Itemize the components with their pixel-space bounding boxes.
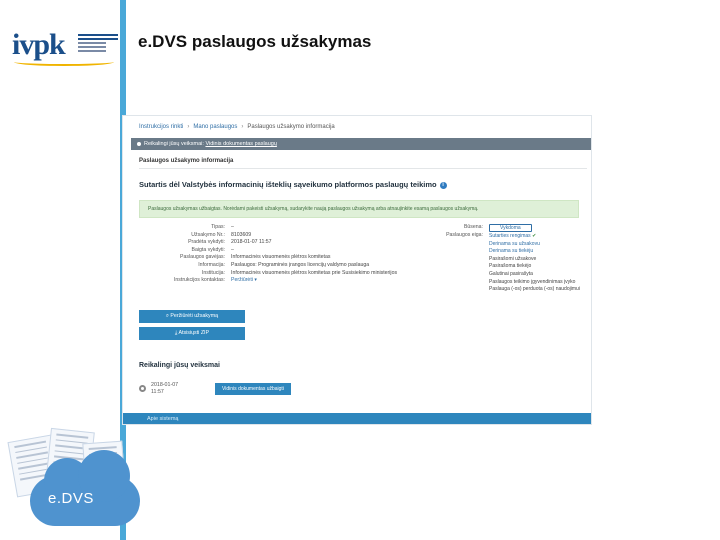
- breadcrumb-current: Paslaugos užsakymo informacija: [247, 124, 335, 130]
- contact-link[interactable]: Peržiūrėti: [231, 277, 253, 283]
- logo-text: ivpk: [12, 28, 66, 61]
- service-title: Sutartis dėl Valstybės informacinių ište…: [139, 180, 447, 189]
- view-order-label: Peržiūrėti užsakymą: [170, 313, 219, 319]
- status-step: Derinama su tiekėju: [489, 248, 534, 255]
- edvs-cloud-illustration: e.DVS: [7, 427, 140, 533]
- cloud-label: e.DVS: [48, 490, 94, 507]
- field-label: Paslaugos gavėjas:: [180, 254, 225, 261]
- logo-swoosh: [14, 58, 114, 66]
- field-label: Pradėta vykdyti:: [188, 239, 225, 246]
- field-row: Institucija: Informacinės visuomenės plėt…: [139, 270, 439, 278]
- breadcrumb-item[interactable]: Mano paslaugos: [193, 124, 237, 130]
- status-step: Paslaugos teikimo įgyvendinimas įvyko: [489, 278, 576, 285]
- section-divider: [139, 168, 587, 169]
- check-icon: ✔: [532, 233, 537, 239]
- status-pill[interactable]: Vykdoma: [489, 224, 532, 232]
- status-label: Būsena:: [463, 224, 483, 230]
- field-label: Informacija:: [198, 261, 225, 268]
- field-label: Instrukcijos kontaktas:: [173, 277, 225, 284]
- field-label: Tipas:: [211, 224, 225, 230]
- slide-title: e.DVS paslaugos užsakymas: [138, 32, 372, 51]
- success-alert: Paslaugos užsakymas užbaigtas. Norėdami …: [139, 200, 579, 218]
- order-fields: Tipas: – Užsakymo Nr.: 8103609 Pradėta vyk…: [139, 224, 439, 285]
- footer-bar: Apie sistemą: [123, 413, 591, 424]
- progress-label: Paslaugos eiga:: [446, 231, 483, 238]
- banner-prefix: Reikalingi jūsų veiksmai:: [144, 141, 204, 147]
- status-step: Derinama su užsakovu: [489, 240, 540, 247]
- download-zip-label: Atsisiųsti ZIP: [178, 330, 210, 336]
- service-order-screenshot: Instrukcijos rinkti › Mano paslaugos › Pasla…: [122, 115, 592, 425]
- action-date: 2018-01-07 11:57: [151, 382, 179, 395]
- banner-link[interactable]: Vidinis dokumentas paslaugų: [205, 141, 276, 147]
- field-row: Informacija: Paslaugos: Programinės įrang…: [139, 262, 439, 270]
- status-step: Galutinai pasirašyta: [489, 270, 533, 277]
- chevron-down-icon[interactable]: ▾: [253, 277, 257, 283]
- status-step: Pasirašomi užsakove: [489, 255, 537, 262]
- field-value: –: [231, 224, 234, 230]
- field-value: –: [231, 246, 234, 253]
- field-value: Paslaugos: Programinės įrangos licencijų…: [231, 261, 370, 268]
- field-value: 8103609: [231, 231, 252, 238]
- alert-dot-icon: [137, 141, 141, 146]
- field-row: Pradėta vykdyti: 2018-01-07 11:57: [139, 239, 439, 247]
- action-banner: Reikalingi jūsų veiksmai: Vidinis dokume…: [131, 138, 591, 150]
- status-labels: Būsena: Paslaugos eiga:: [423, 224, 483, 239]
- complete-action-button[interactable]: Vidinis dokumentas užbaigti: [215, 383, 291, 395]
- field-row: Baigta vykdyti: –: [139, 247, 439, 255]
- view-order-button[interactable]: ⌕ Peržiūrėti užsakymą: [139, 310, 245, 323]
- field-label: Institucija:: [201, 269, 225, 276]
- breadcrumb-item[interactable]: Instrukcijos rinkti: [139, 124, 183, 130]
- ivpk-logo: ivpk: [12, 28, 118, 66]
- field-row: Tipas: –: [139, 224, 439, 232]
- field-row: Užsakymo Nr.: 8103609: [139, 232, 439, 240]
- footer-link[interactable]: Apie sistemą: [147, 416, 179, 422]
- status-steps: Vykdoma Sutarties rengimas ✔ Derinama su…: [489, 224, 585, 292]
- field-value: Informacinės visuomenės plėtros komiteta…: [231, 269, 398, 276]
- field-row: Paslaugos gavėjas: Informacinės visuomenė…: [139, 254, 439, 262]
- field-label: Užsakymo Nr.:: [191, 231, 225, 238]
- field-row: Instrukcijos kontaktas: Peržiūrėti ▾: [139, 277, 439, 285]
- status-step: Pasirašoma tiekėjo: [489, 263, 532, 270]
- breadcrumb: Instrukcijos rinkti › Mano paslaugos › Pasla…: [139, 124, 335, 130]
- gear-icon: [139, 385, 146, 392]
- field-value: 2018-01-07 11:57: [231, 239, 272, 246]
- status-step: Sutarties rengimas ✔: [489, 233, 537, 239]
- actions-title: Reikalingi jūsų veiksmai: [139, 362, 220, 369]
- service-title-text: Sutartis dėl Valstybės informacinių ište…: [139, 180, 437, 189]
- field-value: Informacinės visuomenės plėtros komiteta…: [231, 254, 331, 261]
- field-label: Baigta vykdyti:: [191, 246, 225, 253]
- download-zip-button[interactable]: ⤓ Atsisiųsti ZIP: [139, 327, 245, 340]
- status-step: Paslauga (-os) perduota (-os) naudojimui: [489, 286, 580, 293]
- section-label: Paslaugos užsakymo informacija: [139, 158, 234, 164]
- logo-lines: [78, 34, 118, 54]
- info-icon[interactable]: i: [439, 181, 447, 189]
